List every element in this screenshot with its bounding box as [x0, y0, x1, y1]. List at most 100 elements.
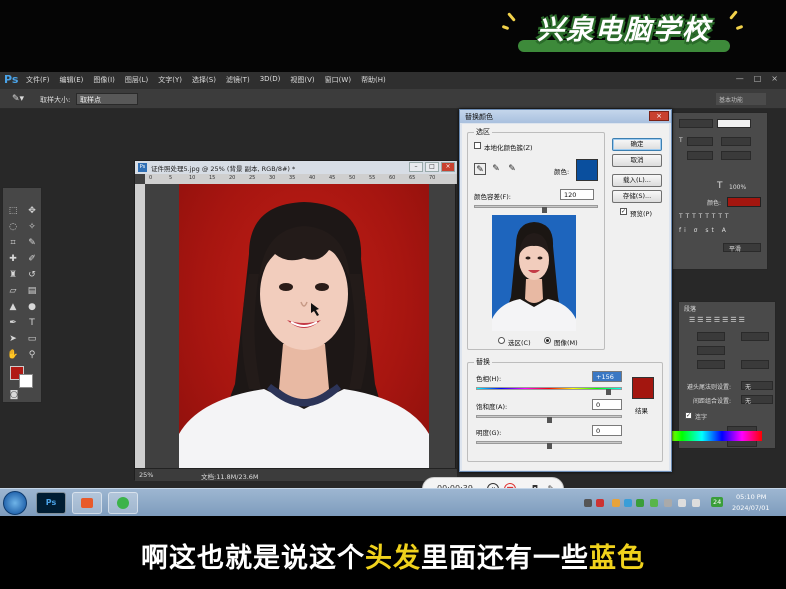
save-button[interactable]: 存储(S)... [612, 190, 662, 203]
maximize-button[interactable]: □ [754, 74, 762, 83]
workspace-select[interactable]: 基本功能 [716, 93, 766, 105]
quick-mask-icon[interactable]: ◙ [6, 388, 22, 402]
mojikumi-value[interactable]: 无 [745, 396, 751, 405]
doc-minimize-button[interactable]: – [409, 162, 423, 172]
taskbar-photoshop[interactable]: Ps [36, 492, 66, 514]
load-button[interactable]: 载入(L)... [612, 174, 662, 187]
menu-view[interactable]: 视图(V) [290, 75, 314, 85]
paragraph-panel: 段落 ☰☰☰☰☰☰☰ 避头尾法则设置: 无 间距组合设置: 无 ✓ 连字 [678, 301, 776, 449]
brush-tool-icon[interactable]: ✐ [24, 252, 40, 266]
selection-radio[interactable] [498, 337, 505, 344]
menu-select[interactable]: 选择(S) [192, 75, 216, 85]
move-tool-icon[interactable]: ✥ [24, 204, 40, 218]
hue-slider-thumb[interactable] [606, 389, 611, 395]
menu-image[interactable]: 图像(I) [93, 75, 115, 85]
image-radio[interactable] [544, 337, 551, 344]
taskbar-video-app-icon[interactable] [72, 492, 102, 514]
menu-window[interactable]: 窗口(W) [325, 75, 351, 85]
menu-filter[interactable]: 滤镜(T) [226, 75, 250, 85]
doc-close-button[interactable]: × [441, 162, 455, 172]
tray-icon[interactable] [596, 499, 604, 507]
tray-icon[interactable] [584, 499, 592, 507]
replace-color-dialog: 替换颜色 × 选区 本地化颜色簇(Z) ✎ ✎ ✎ 颜色: 颜色容差(F): 1… [459, 109, 672, 472]
path-select-tool-icon[interactable]: ➤ [5, 332, 21, 346]
dialog-close-button[interactable]: × [649, 111, 669, 121]
preview-checkbox[interactable]: ✓ [620, 208, 627, 215]
anti-alias-value[interactable]: 平滑 [729, 244, 741, 253]
tray-icon[interactable] [664, 499, 672, 507]
hyphenate-checkbox[interactable]: ✓ [685, 412, 692, 419]
type-tool-icon[interactable]: T [24, 316, 40, 330]
history-brush-tool-icon[interactable]: ↺ [24, 268, 40, 282]
crop-tool-icon[interactable]: ⌗ [5, 236, 21, 250]
tracking-value[interactable]: 100% [729, 184, 746, 191]
dodge-tool-icon[interactable]: ● [24, 300, 40, 314]
healing-tool-icon[interactable]: ✚ [5, 252, 21, 266]
eyedropper-icon[interactable]: ✎▾ [12, 94, 24, 104]
pen-tool-icon[interactable]: ✒ [5, 316, 21, 330]
fuzziness-slider[interactable] [474, 205, 598, 208]
tray-icon[interactable] [612, 499, 620, 507]
doc-maximize-button[interactable]: □ [425, 162, 439, 172]
magic-wand-tool-icon[interactable]: ✧ [24, 220, 40, 234]
tray-icon[interactable] [636, 499, 644, 507]
ruler-tick: 40 [309, 175, 316, 181]
kinsoku-value[interactable]: 无 [745, 382, 751, 391]
lasso-tool-icon[interactable]: ◌ [5, 220, 21, 234]
taskbar-time[interactable]: 05:10 PM [736, 493, 766, 501]
background-color-swatch[interactable] [19, 374, 33, 388]
menu-type[interactable]: 文字(Y) [158, 75, 182, 85]
network-icon[interactable] [692, 499, 700, 507]
ok-button[interactable]: 确定 [612, 138, 662, 151]
fuzziness-slider-thumb[interactable] [542, 207, 547, 213]
lightness-slider-thumb[interactable] [547, 443, 552, 449]
hue-slider[interactable] [476, 387, 622, 390]
char-color-label: 颜色: [707, 200, 722, 207]
eyedropper-plus-icon[interactable]: ✎ [490, 163, 502, 175]
dialog-title-bar[interactable]: 替换颜色 × [460, 110, 671, 123]
paragraph-tab[interactable]: 段落 [684, 304, 696, 313]
document-title-bar[interactable]: Ps 证件照处理5.jpg @ 25% (背景 副本, RGB/8#) * – … [135, 161, 457, 174]
eraser-tool-icon[interactable]: ▱ [5, 284, 21, 298]
menu-file[interactable]: 文件(F) [26, 75, 50, 85]
char-color-swatch[interactable] [727, 197, 761, 207]
saturation-input[interactable]: 0 [592, 399, 622, 410]
document-window: Ps 证件照处理5.jpg @ 25% (背景 副本, RGB/8#) * – … [134, 160, 457, 481]
menu-3d[interactable]: 3D(D) [260, 75, 281, 85]
saturation-slider-thumb[interactable] [547, 417, 552, 423]
lightness-input[interactable]: 0 [592, 425, 622, 436]
menu-layer[interactable]: 图层(L) [125, 75, 148, 85]
stamp-tool-icon[interactable]: ♜ [5, 268, 21, 282]
zoom-level[interactable]: 25% [139, 471, 153, 479]
localized-clusters-checkbox[interactable] [474, 142, 481, 149]
menu-edit[interactable]: 编辑(E) [60, 75, 84, 85]
fuzziness-input[interactable]: 120 [560, 189, 594, 200]
tray-badge[interactable]: 24 [711, 497, 724, 507]
blur-tool-icon[interactable]: ▲ [5, 300, 21, 314]
minimize-button[interactable]: — [736, 74, 744, 83]
volume-icon[interactable] [678, 499, 686, 507]
tray-icon[interactable] [650, 499, 658, 507]
marquee-tool-icon[interactable]: ⬚ [5, 204, 21, 218]
tray-icon[interactable] [624, 499, 632, 507]
taskbar-browser-icon[interactable] [108, 492, 138, 514]
cancel-button[interactable]: 取消 [612, 154, 662, 167]
menu-help[interactable]: 帮助(H) [361, 75, 386, 85]
zoom-tool-icon[interactable]: ⚲ [24, 348, 40, 362]
start-button[interactable] [3, 491, 27, 515]
result-color-swatch[interactable] [632, 377, 654, 399]
hand-tool-icon[interactable]: ✋ [5, 348, 21, 362]
eyedropper-tool-icon[interactable]: ✎ [24, 236, 40, 250]
ruler-tick: 15 [209, 175, 216, 181]
hue-input[interactable]: +156 [592, 371, 622, 382]
gradient-tool-icon[interactable]: ▤ [24, 284, 40, 298]
selection-color-swatch[interactable] [576, 159, 598, 181]
taskbar-date[interactable]: 2024/07/01 [732, 504, 769, 512]
photo-canvas[interactable] [179, 184, 429, 468]
selection-group: 选区 本地化颜色簇(Z) ✎ ✎ ✎ 颜色: 颜色容差(F): 120 选区(C… [467, 127, 605, 350]
shape-tool-icon[interactable]: ▭ [24, 332, 40, 346]
close-button[interactable]: × [771, 74, 778, 83]
eyedropper-minus-icon[interactable]: ✎ [506, 163, 518, 175]
sample-size-select[interactable]: 取样点 [76, 93, 138, 105]
eyedropper-icon[interactable]: ✎ [474, 163, 486, 175]
